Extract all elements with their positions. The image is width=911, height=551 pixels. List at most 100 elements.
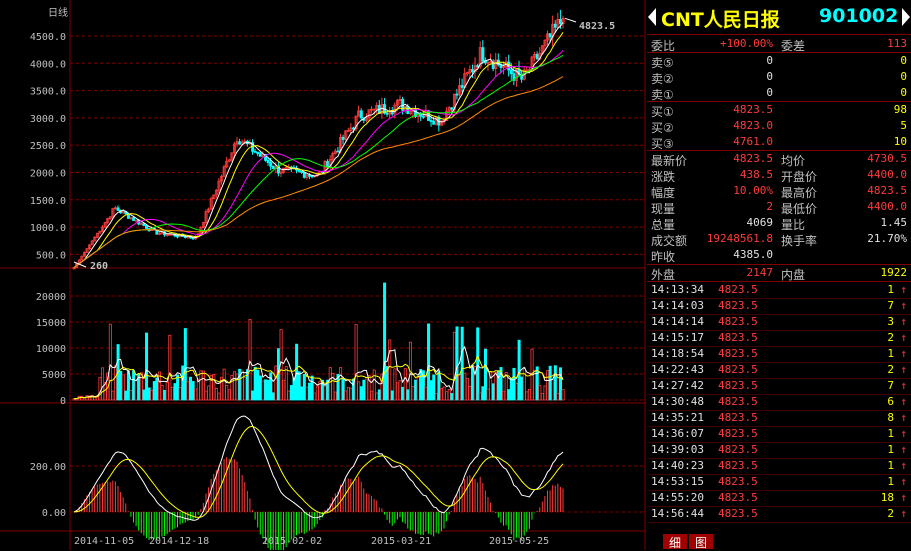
tick-row: 14:40:23 4823.5 1 ↑	[647, 458, 911, 475]
volume-bar	[559, 367, 563, 401]
volume-bar	[520, 376, 524, 401]
sell-level-price: 0	[766, 86, 773, 99]
tab-detail[interactable]: 细	[663, 534, 688, 550]
sell-level-row: 卖① 0 0	[647, 85, 911, 102]
volume-bar	[261, 380, 265, 401]
tick-time: 14:13:34	[651, 283, 704, 296]
tick-qty: 1	[887, 475, 894, 488]
volume-bar	[238, 368, 242, 401]
volume-bar	[240, 370, 244, 401]
volume-bar	[349, 387, 353, 401]
next-stock-arrow-icon[interactable]	[902, 8, 910, 26]
volume-bar	[287, 390, 291, 401]
candle-body	[116, 207, 120, 211]
tick-row: 14:22:43 4823.5 2 ↑	[647, 362, 911, 379]
volume-axis-label: 15000	[36, 318, 66, 329]
up-arrow-icon: ↑	[900, 347, 907, 360]
tick-time: 14:30:48	[651, 395, 704, 408]
tick-row: 14:15:17 4823.5 2 ↑	[647, 330, 911, 347]
tick-qty: 2	[887, 331, 894, 344]
tick-price: 4823.5	[718, 331, 758, 344]
candle-body	[308, 174, 312, 177]
sell-level-qty: 0	[900, 86, 907, 99]
price-axis-label: 2500.0	[30, 141, 66, 152]
quote-panel: CNT人民日报 901002 委比 +100.00% 委差 113 卖⑤ 0 0 卖② 0 0 卖①…	[647, 0, 911, 550]
period-label: 日线	[48, 6, 68, 19]
volume-bar	[101, 367, 105, 401]
tick-row: 14:36:07 4823.5 1 ↑	[647, 426, 911, 443]
volume-bar	[463, 372, 467, 401]
quote-stat-row-value: 2	[766, 200, 773, 213]
volume-bar	[398, 380, 402, 401]
up-arrow-icon: ↑	[900, 315, 907, 328]
volume-bar	[333, 391, 337, 401]
kline-chart-area[interactable]: 4500.0 4000.0 3500.0 3000.0 2500.0 2000.0 1500…	[0, 0, 646, 550]
volume-bar	[390, 390, 394, 401]
quote-stat-row-label: 昨收	[651, 250, 676, 264]
volume-bar	[465, 378, 469, 401]
volume-bar	[491, 383, 495, 401]
candle-body	[238, 141, 242, 145]
tick-qty: 1	[887, 459, 894, 472]
macd-line	[73, 425, 564, 518]
tick-price: 4823.5	[718, 491, 758, 504]
ma20-line	[73, 49, 564, 268]
volume-bar	[271, 392, 275, 401]
up-arrow-icon: ↑	[900, 363, 907, 376]
outer-inner-row: 外盘 2147 内盘 1922	[647, 265, 911, 282]
volume-bar	[227, 389, 231, 401]
tick-time: 14:36:07	[651, 427, 704, 440]
volume-bar	[225, 385, 229, 401]
candle-body	[489, 61, 493, 64]
volume-axis-label: 20000	[36, 292, 66, 303]
volume-bar	[328, 367, 332, 401]
bottom-tabs: 细 图	[647, 533, 911, 550]
tick-price: 4823.5	[718, 395, 758, 408]
sell-level-price: 0	[766, 54, 773, 67]
tick-qty: 18	[880, 491, 894, 504]
tick-row: 14:13:34 4823.5 1 ↑	[647, 282, 911, 299]
up-arrow-icon: ↑	[900, 475, 907, 488]
candle-body	[553, 23, 557, 28]
ma10-line	[73, 32, 564, 268]
volume-bar	[403, 368, 407, 401]
up-arrow-icon: ↑	[900, 507, 907, 520]
price-axis-label: 1000.0	[30, 223, 66, 234]
volume-bar	[458, 374, 462, 401]
kline-chart-svg[interactable]: 4500.0 4000.0 3500.0 3000.0 2500.0 2000.0 1500…	[0, 0, 646, 550]
buy-level-qty: 5	[900, 119, 907, 132]
tick-row: 14:18:54 4823.5 1 ↑	[647, 346, 911, 363]
volume-bar	[82, 397, 86, 401]
volume-bar	[388, 339, 392, 401]
volume-bar	[132, 370, 136, 401]
volume-bar	[253, 366, 257, 401]
candle-body	[266, 159, 270, 163]
tick-row: 14:39:03 4823.5 1 ↑	[647, 442, 911, 459]
volume-bar	[432, 374, 436, 401]
volume-bar	[308, 382, 312, 401]
volume-bar	[113, 365, 117, 401]
volume-bar	[248, 318, 252, 401]
tab-chart[interactable]: 图	[689, 534, 714, 550]
candle-body	[535, 53, 539, 60]
volume-bar	[370, 390, 374, 401]
tick-row: 14:27:42 4823.5 7 ↑	[647, 378, 911, 395]
tick-qty: 6	[887, 395, 894, 408]
tick-row: 14:53:15 4823.5 1 ↑	[647, 474, 911, 491]
up-arrow-icon: ↑	[900, 299, 907, 312]
volume-bar	[385, 366, 389, 401]
prev-stock-arrow-icon[interactable]	[648, 8, 656, 26]
buy-level-price: 4823.0	[733, 119, 773, 132]
volume-bar	[129, 389, 133, 401]
buy-level-qty: 10	[893, 135, 907, 148]
tick-row: 14:14:14 4823.5 3 ↑	[647, 314, 911, 331]
candle-body	[302, 172, 306, 178]
volume-bar	[496, 370, 500, 401]
tick-time: 14:14:14	[651, 315, 704, 328]
volume-bar	[269, 372, 273, 401]
volume-bar	[147, 387, 151, 401]
tick-row: 14:56:44 4823.5 2 ↑	[647, 506, 911, 523]
volume-bar	[214, 388, 218, 401]
volume-bar	[512, 367, 516, 401]
tick-time: 14:56:44	[651, 507, 704, 520]
